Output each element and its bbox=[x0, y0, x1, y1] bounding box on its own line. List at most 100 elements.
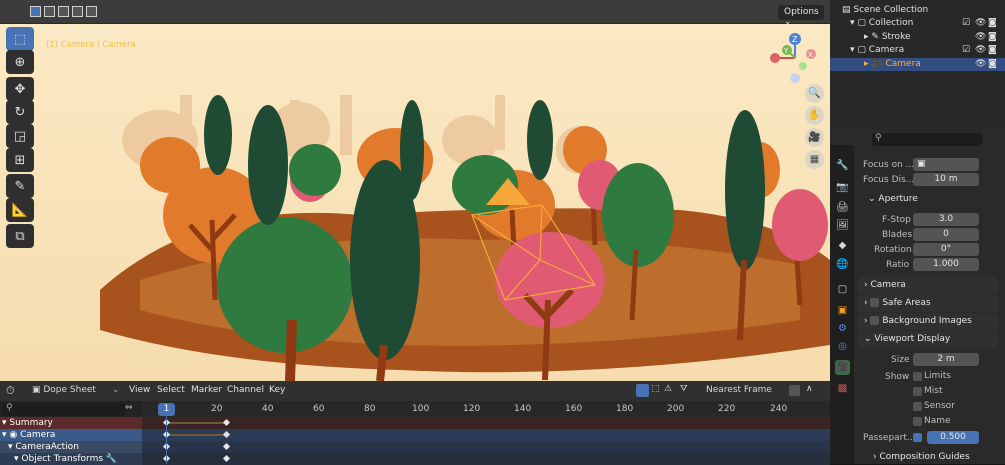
move-icon[interactable]: ✥ bbox=[6, 77, 34, 101]
snap-label: Nearest Frame bbox=[706, 385, 772, 395]
select-box-icon[interactable]: ⬚ bbox=[6, 27, 34, 51]
viewport-display-panel[interactable]: ⌄ Viewport Display bbox=[858, 331, 998, 348]
sensor-checkbox[interactable] bbox=[913, 402, 922, 411]
view-layer-tab-icon[interactable]: 🖼 bbox=[835, 218, 850, 233]
focus-object-field[interactable]: ▣ bbox=[913, 158, 979, 171]
scene-tab-icon[interactable]: ◆ bbox=[835, 238, 850, 253]
channel-object-transforms[interactable]: ▾ Object Transforms 🔧 bbox=[0, 453, 142, 465]
current-frame-indicator[interactable]: 1 bbox=[158, 403, 175, 416]
output-tab-icon[interactable]: 🖨 bbox=[835, 200, 850, 215]
dope-sheet-header: ⏱ ▣ Dope Sheet ⌄ View Select Marker Chan… bbox=[0, 381, 830, 401]
keyframe-bar bbox=[166, 422, 226, 424]
select-new-icon[interactable] bbox=[30, 6, 41, 17]
zoom-icon[interactable]: 🔍 bbox=[805, 84, 824, 103]
eye-icon[interactable]: 👁 bbox=[975, 17, 986, 30]
scene-render bbox=[0, 0, 830, 381]
hidden-icon[interactable]: ⬚ bbox=[651, 384, 660, 394]
pan-hand-icon[interactable]: ✋ bbox=[805, 106, 824, 125]
3d-viewport[interactable]: Options ⌄ User Perspective (1) Camera | … bbox=[0, 0, 830, 381]
background-images-checkbox[interactable] bbox=[870, 316, 880, 325]
world-tab-icon[interactable]: 🌐 bbox=[835, 257, 850, 272]
camera-panel[interactable]: › Camera bbox=[858, 277, 998, 294]
menu-channel[interactable]: Channel bbox=[227, 385, 264, 395]
menu-key[interactable]: Key bbox=[269, 385, 285, 395]
annotate-icon[interactable]: ✎ bbox=[6, 174, 34, 198]
menu-view[interactable]: View bbox=[129, 385, 150, 395]
filter-icon[interactable]: ⛛ bbox=[680, 384, 688, 394]
texture-tab-icon[interactable]: ▩ bbox=[835, 381, 850, 396]
channel-search-input[interactable]: ⚲ bbox=[3, 403, 125, 416]
grid-view-icon[interactable]: ▦ bbox=[805, 150, 824, 169]
channel-summary[interactable]: ▾ Summary bbox=[0, 417, 142, 429]
menu-marker[interactable]: Marker bbox=[191, 385, 222, 395]
composition-guides-panel[interactable]: › Composition Guides bbox=[873, 452, 970, 462]
select-extend-icon[interactable] bbox=[44, 6, 55, 17]
checkbox-icon[interactable]: ☑ bbox=[962, 44, 970, 57]
render-camera-icon[interactable]: ◙ bbox=[988, 31, 997, 44]
channel-camera[interactable]: ▾ ◉ Camera bbox=[0, 429, 142, 441]
warning-icon[interactable]: ⚠ bbox=[664, 384, 672, 394]
safe-areas-checkbox[interactable] bbox=[870, 298, 880, 307]
select-subtract-icon[interactable] bbox=[58, 6, 69, 17]
passepartout-checkbox[interactable] bbox=[913, 433, 922, 442]
mode-dropdown[interactable]: ▣ Dope Sheet bbox=[32, 385, 96, 395]
options-dropdown[interactable]: Options ⌄ bbox=[778, 5, 824, 27]
clock-icon[interactable]: ⏱ bbox=[6, 384, 15, 398]
select-invert-icon[interactable] bbox=[72, 6, 83, 17]
ratio-field[interactable]: 1.000 bbox=[913, 258, 979, 271]
render-tab-icon[interactable]: 📷 bbox=[835, 180, 850, 195]
curve-icon[interactable]: ∧ bbox=[806, 384, 813, 394]
focus-distance-field[interactable]: 10 m bbox=[913, 173, 979, 186]
swap-icon[interactable]: ⇔ bbox=[125, 403, 133, 413]
limits-checkbox[interactable] bbox=[913, 372, 922, 381]
blades-field[interactable]: 0 bbox=[913, 228, 979, 241]
eye-icon[interactable]: 👁 bbox=[975, 58, 986, 71]
mist-checkbox[interactable] bbox=[913, 387, 922, 396]
add-cube-icon[interactable]: ⧉ bbox=[6, 224, 34, 248]
size-field[interactable]: 2 m bbox=[913, 353, 979, 366]
stroke-row[interactable]: ▸ ✎ Stroke 👁 ◙ bbox=[830, 31, 1005, 44]
scene-collection-row[interactable]: ▤ Scene Collection bbox=[830, 4, 1005, 17]
camera-data-tab-icon[interactable]: 🎥 bbox=[835, 360, 850, 375]
menu-select[interactable]: Select bbox=[157, 385, 185, 395]
playhead-line[interactable] bbox=[166, 416, 167, 464]
collection-row[interactable]: ▾ ▢ Collection ☑ 👁 ◙ bbox=[830, 17, 1005, 30]
select-intersect-icon[interactable] bbox=[86, 6, 97, 17]
cursor-icon[interactable]: ⊕ bbox=[6, 50, 34, 74]
eye-icon[interactable]: 👁 bbox=[975, 31, 986, 44]
blades-label: Blades bbox=[882, 230, 913, 240]
scale-icon[interactable]: ◲ bbox=[6, 124, 34, 148]
transform-icon[interactable]: ⊞ bbox=[6, 148, 34, 172]
channel-camera-action[interactable]: ▾ CameraAction bbox=[0, 441, 142, 453]
camera-object-row[interactable]: ▸ 🎥 Camera 👁 ◙ bbox=[830, 58, 1005, 71]
keyframe-bar bbox=[166, 434, 226, 436]
checkbox-icon[interactable]: ☑ bbox=[962, 17, 970, 30]
background-images-panel[interactable]: › Background Images bbox=[858, 313, 998, 330]
tool-tab-icon[interactable]: 🔧 bbox=[835, 158, 850, 173]
object-tab-icon[interactable]: ▣ bbox=[835, 303, 850, 318]
constraints-tab-icon[interactable]: ⚙ bbox=[835, 321, 850, 336]
safe-areas-panel[interactable]: › Safe Areas bbox=[858, 295, 998, 312]
aperture-panel-header[interactable]: ⌄ Aperture bbox=[868, 194, 918, 204]
only-selected-icon[interactable] bbox=[636, 384, 649, 397]
navigation-gizmo[interactable]: Z Y X bbox=[765, 32, 825, 84]
dope-sheet-editor[interactable]: ⏱ ▣ Dope Sheet ⌄ View Select Marker Chan… bbox=[0, 381, 830, 465]
rotate-icon[interactable]: ↻ bbox=[6, 100, 34, 124]
camera-collection-row[interactable]: ▾ ▢ Camera ☑ 👁 ◙ bbox=[830, 44, 1005, 57]
collection-tab-icon[interactable]: ▢ bbox=[835, 282, 850, 297]
render-camera-icon[interactable]: ◙ bbox=[988, 58, 997, 71]
render-camera-icon[interactable]: ◙ bbox=[988, 17, 997, 30]
rotation-field[interactable]: 0° bbox=[913, 243, 979, 256]
name-checkbox[interactable] bbox=[913, 417, 922, 426]
eye-icon[interactable]: 👁 bbox=[975, 44, 986, 57]
physics-tab-icon[interactable]: ◎ bbox=[835, 339, 850, 354]
proportional-icon[interactable] bbox=[789, 385, 800, 396]
fstop-field[interactable]: 3.0 bbox=[913, 213, 979, 226]
camera-view-icon[interactable]: 🎥 bbox=[805, 128, 824, 147]
properties-search-input[interactable]: ⚲ bbox=[872, 133, 982, 146]
camera-object-icon: 🎥 bbox=[871, 59, 883, 69]
render-camera-icon[interactable]: ◙ bbox=[988, 44, 997, 57]
measure-icon[interactable]: 📐 bbox=[6, 198, 34, 222]
passepartout-slider[interactable]: 0.500 bbox=[927, 431, 979, 444]
snap-dropdown[interactable]: Nearest Frame bbox=[706, 385, 772, 395]
